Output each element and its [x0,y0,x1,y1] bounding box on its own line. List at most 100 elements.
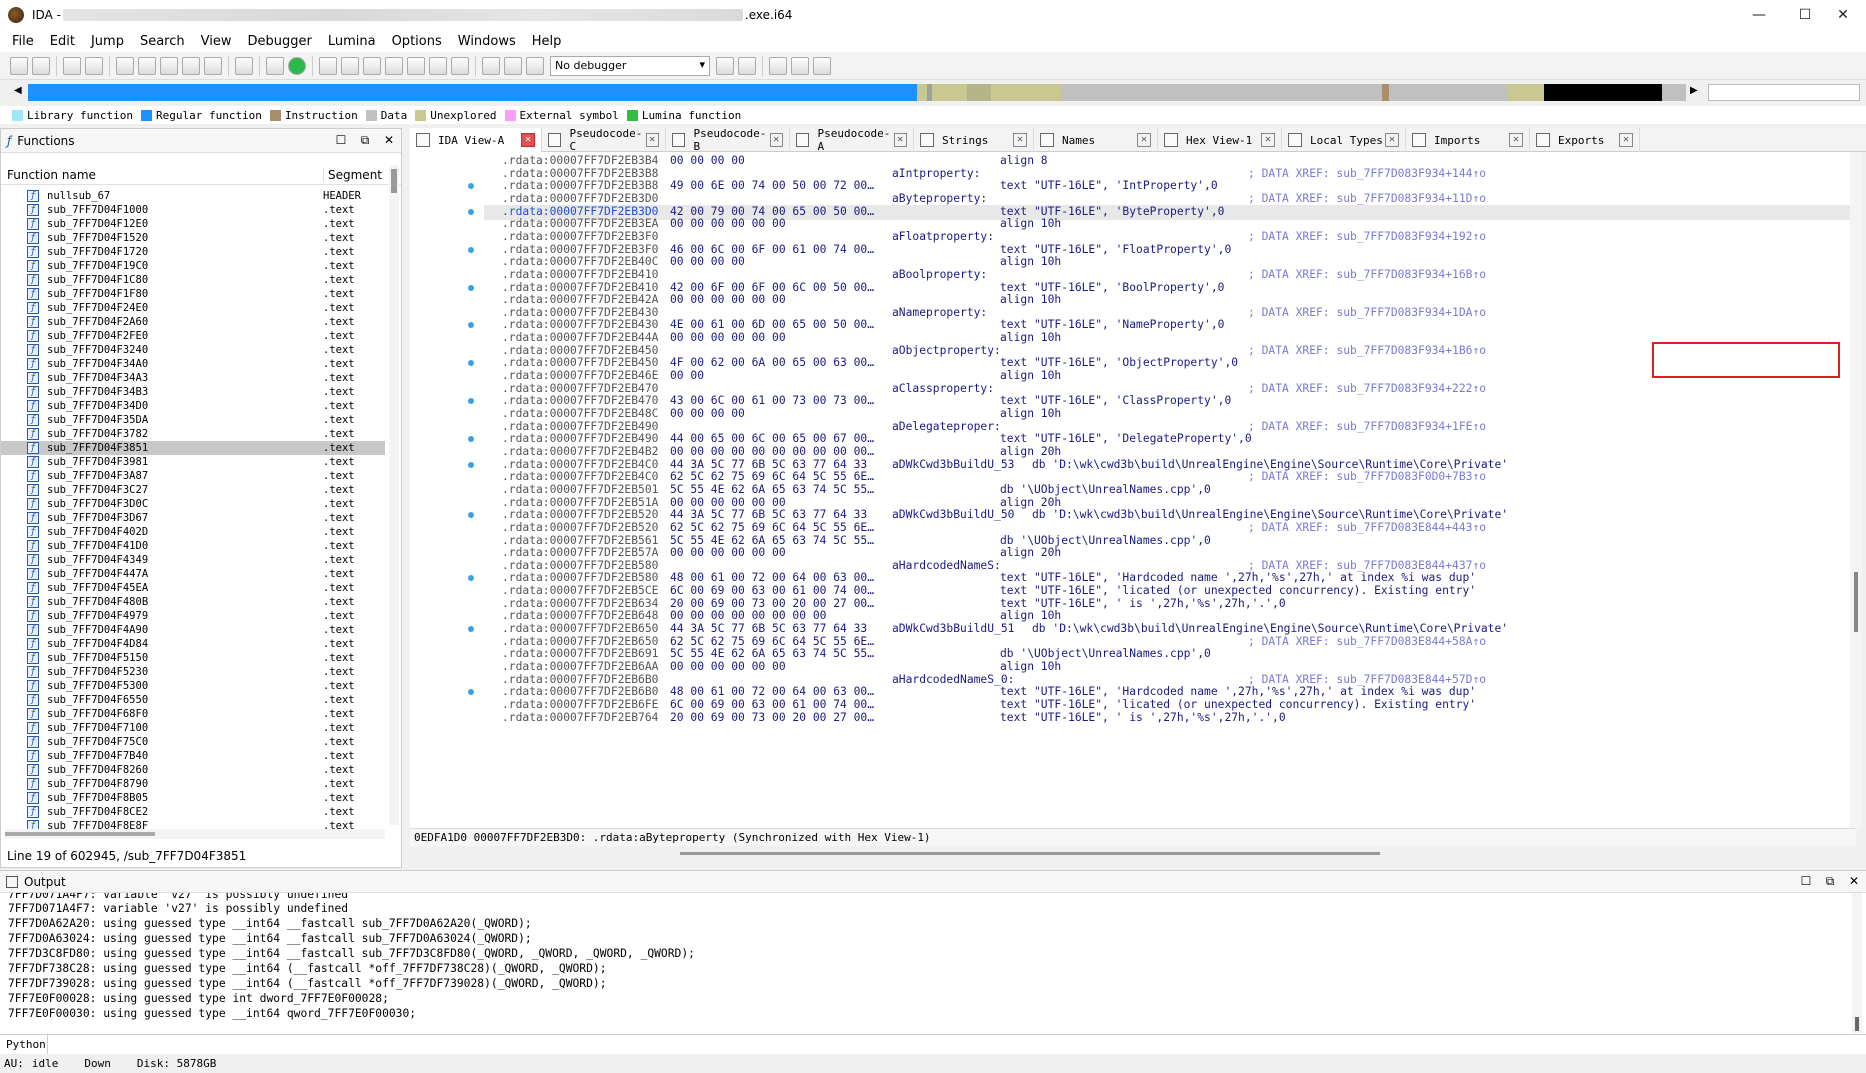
function-row[interactable]: ƒ sub_7FF7D04F1F80 .text [1,287,385,301]
python-input[interactable] [48,1035,1866,1054]
output-float-icon[interactable]: ⧉ [1818,874,1842,889]
function-row[interactable]: ƒ sub_7FF7D04F2A60 .text [1,315,385,329]
output-close-icon[interactable]: ✕ [1842,874,1866,889]
disasm-vscroll[interactable] [1850,152,1862,828]
functions-list[interactable]: ƒ nullsub_67 HEADER ƒ sub_7FF7D04F1000 .text ƒ… [1,189,385,829]
hex-icon[interactable] [116,56,134,75]
tab-strings[interactable]: Strings ✕ [914,128,1034,152]
tab-close-icon[interactable]: ✕ [769,133,784,147]
forward-icon[interactable] [85,56,103,75]
segments-icon[interactable] [319,56,337,75]
tab-ida-view-a[interactable]: IDA View-A ✕ [410,128,542,152]
function-row[interactable]: ƒ sub_7FF7D04F19C0 .text [1,259,385,273]
tab-close-icon[interactable]: ✕ [1509,133,1523,147]
run-icon[interactable] [482,56,500,75]
panel-maximize-icon[interactable]: ☐ [329,133,353,148]
function-row[interactable]: ƒ sub_7FF7D04F3981 .text [1,455,385,469]
function-row[interactable]: ƒ sub_7FF7D04F41D0 .text [1,539,385,553]
pause-icon[interactable] [504,56,522,75]
function-row[interactable]: ƒ sub_7FF7D04F45EA .text [1,581,385,595]
save-icon[interactable] [32,56,50,75]
script-icon[interactable] [407,56,425,75]
function-row[interactable]: ƒ sub_7FF7D04F34B3 .text [1,385,385,399]
undefine-icon[interactable] [204,56,222,75]
disasm-line[interactable]: .rdata:00007FF7DF2EB764 20 00 69 00 73 00… [502,711,1842,726]
enums-icon[interactable] [363,56,381,75]
tab-close-icon[interactable]: ✕ [521,133,535,147]
tab-pseudocode-a[interactable]: Pseudocode-A ✕ [790,127,914,153]
function-row[interactable]: ƒ sub_7FF7D04F24E0 .text [1,301,385,315]
xrefs-icon[interactable] [385,56,403,75]
disasm-xref[interactable]: ; DATA XREF: sub_7FF7D083F0D0+7B3↑o [1248,470,1486,483]
attach-icon[interactable] [716,56,734,75]
disasm-xref[interactable]: ; DATA XREF: sub_7FF7D083F934+16B↑o [1248,268,1486,281]
function-row[interactable]: ƒ sub_7FF7D04F7B40 .text [1,749,385,763]
function-row[interactable]: ƒ sub_7FF7D04F6550 .text [1,693,385,707]
menu-options[interactable]: Options [384,34,450,49]
function-row[interactable]: ƒ sub_7FF7D04F5230 .text [1,665,385,679]
panel-close-icon[interactable]: ✕ [377,133,401,148]
functions-hscroll[interactable] [5,829,385,839]
graph-icon[interactable] [138,56,156,75]
stop-icon[interactable] [526,56,544,75]
output-vscroll[interactable] [1852,893,1862,1033]
function-row[interactable]: ƒ sub_7FF7D04F1720 .text [1,245,385,259]
disasm-xref[interactable]: ; DATA XREF: sub_7FF7D083F934+192↑o [1248,230,1486,243]
function-row[interactable]: ƒ sub_7FF7D04F3240 .text [1,343,385,357]
plugin-icon[interactable] [451,56,469,75]
tab-imports[interactable]: Imports ✕ [1406,128,1530,152]
function-row[interactable]: ƒ sub_7FF7D04F68F0 .text [1,707,385,721]
menu-file[interactable]: File [4,34,42,49]
nav-right-arrow-icon[interactable]: ▶ [1690,85,1698,96]
panel-float-icon[interactable]: ⧉ [353,133,377,148]
layout-icon[interactable] [769,56,787,75]
function-row[interactable]: ƒ sub_7FF7D04F2FE0 .text [1,329,385,343]
nav-left-arrow-icon[interactable]: ◀ [14,85,22,96]
function-row[interactable]: ƒ sub_7FF7D04F480B .text [1,595,385,609]
tab-close-icon[interactable]: ✕ [1385,133,1399,147]
function-row[interactable]: ƒ sub_7FF7D04F3851 .text [1,441,385,455]
function-row[interactable]: ƒ sub_7FF7D04F8260 .text [1,763,385,777]
tab-close-icon[interactable]: ✕ [1619,133,1633,147]
menu-search[interactable]: Search [132,34,193,49]
menu-help[interactable]: Help [524,34,570,49]
tab-names[interactable]: Names ✕ [1034,128,1158,152]
tab-local-types[interactable]: Local Types ✕ [1282,128,1406,152]
tab-exports[interactable]: Exports ✕ [1530,128,1640,152]
function-row[interactable]: ƒ sub_7FF7D04F75C0 .text [1,735,385,749]
function-row[interactable]: ƒ sub_7FF7D04F34A3 .text [1,371,385,385]
tab-pseudocode-c[interactable]: Pseudocode-C ✕ [542,127,666,153]
function-row[interactable]: ƒ sub_7FF7D04F1520 .text [1,231,385,245]
tab-close-icon[interactable]: ✕ [893,133,908,147]
navigation-strip[interactable] [28,84,1686,101]
navigation-dropdown[interactable] [1708,84,1860,101]
string-icon[interactable] [235,56,253,75]
disasm-xref[interactable]: ; DATA XREF: sub_7FF7D083F934+11D↑o [1248,192,1486,205]
function-row[interactable]: ƒ sub_7FF7D04F5150 .text [1,651,385,665]
function-row[interactable]: ƒ sub_7FF7D04F3D0C .text [1,497,385,511]
code-icon[interactable] [160,56,178,75]
lumina-icon[interactable] [288,56,306,75]
function-row[interactable]: ƒ sub_7FF7D04F4D84 .text [1,637,385,651]
open-icon[interactable] [10,56,28,75]
menu-windows[interactable]: Windows [450,34,524,49]
patch-icon[interactable] [429,56,447,75]
function-row[interactable]: ƒ sub_7FF7D04F8B05 .text [1,791,385,805]
function-row[interactable]: ƒ sub_7FF7D04F402D .text [1,525,385,539]
menu-debugger[interactable]: Debugger [239,34,319,49]
list2-icon[interactable] [813,56,831,75]
function-row[interactable]: ƒ sub_7FF7D04F8E8F .text [1,819,385,829]
tab-close-icon[interactable]: ✕ [645,133,660,147]
output-text[interactable]: 7FF7D071A4F7: variable 'v27' is possibly… [8,893,1848,1033]
functions-vscroll[interactable] [389,165,399,825]
function-row[interactable]: ƒ sub_7FF7D04F3C27 .text [1,483,385,497]
menu-view[interactable]: View [193,34,240,49]
function-row[interactable]: ƒ sub_7FF7D04F12E0 .text [1,217,385,231]
function-row[interactable]: ƒ sub_7FF7D04F3D67 .text [1,511,385,525]
debugger-select[interactable]: No debugger [550,55,710,76]
function-row[interactable]: ƒ sub_7FF7D04F4A90 .text [1,623,385,637]
function-row[interactable]: ƒ sub_7FF7D04F5300 .text [1,679,385,693]
tab-close-icon[interactable]: ✕ [1261,133,1275,147]
function-row[interactable]: ƒ sub_7FF7D04F3A87 .text [1,469,385,483]
function-row[interactable]: ƒ sub_7FF7D04F35DA .text [1,413,385,427]
